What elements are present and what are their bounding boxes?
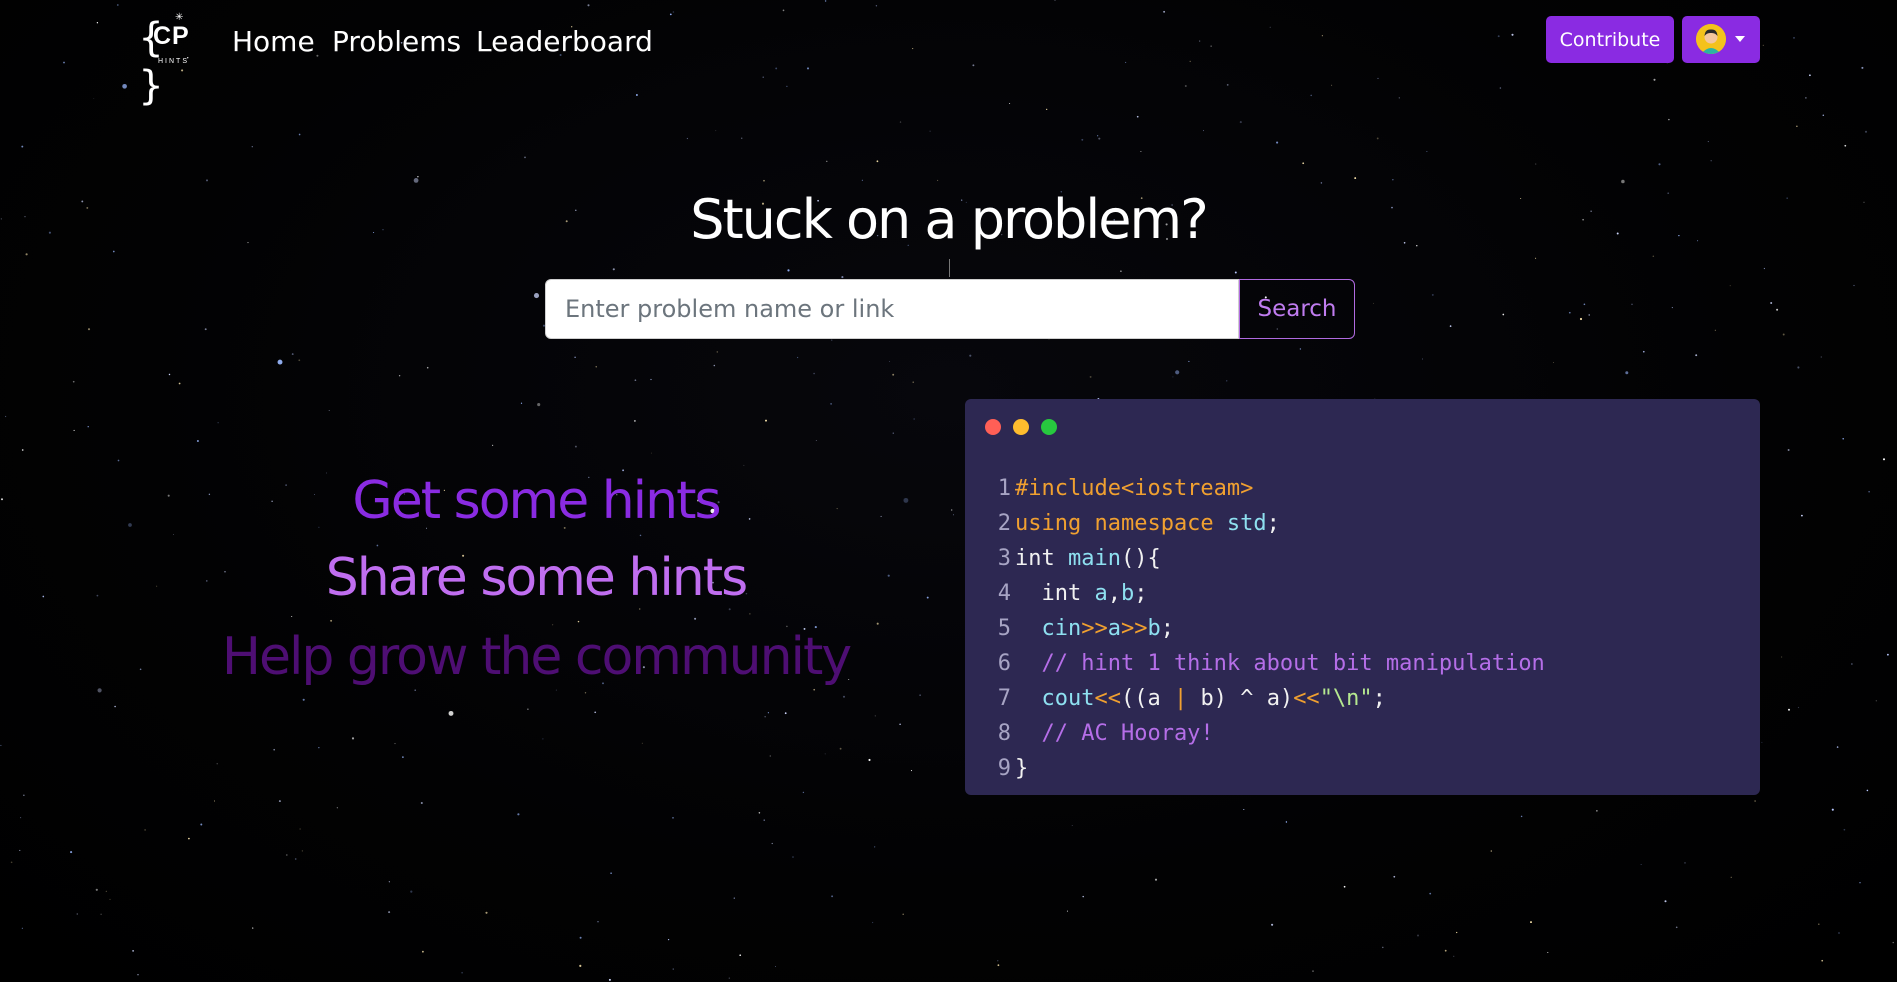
navbar: { } CP HINTS ✳ Home Problems Leaderboard… — [0, 0, 1897, 109]
code-token: ; — [1372, 686, 1386, 711]
logo-text: CP — [153, 22, 190, 50]
window-maximize-dot-icon — [1041, 419, 1057, 435]
code-token: , — [1107, 581, 1121, 606]
code-token: using namespace — [1015, 511, 1227, 536]
code-token: // AC Hooray! — [1015, 721, 1214, 746]
code-token: ; — [1160, 616, 1174, 641]
line-number: 7 — [997, 686, 1011, 711]
code-line: 2 using namespace std; — [987, 506, 1545, 541]
line-number: 1 — [997, 476, 1011, 501]
contribute-button[interactable]: Contribute — [1546, 16, 1674, 63]
code-token: b — [1120, 581, 1135, 606]
code-token: std — [1226, 511, 1267, 536]
code-token: int — [1015, 546, 1068, 571]
code-token: a — [1107, 616, 1121, 641]
code-token: >> — [1120, 616, 1148, 641]
code-token: int — [1015, 581, 1095, 606]
code-window: 1 #include<iostream> 2 using namespace std;… — [965, 399, 1760, 795]
code-token: ; — [1134, 581, 1148, 606]
logo-subtext: HINTS — [158, 58, 189, 65]
page-background: { } CP HINTS ✳ Home Problems Leaderboard… — [0, 0, 1897, 982]
code-token: main — [1067, 546, 1121, 571]
window-minimize-dot-icon — [1013, 419, 1029, 435]
code-token: cout — [1015, 686, 1095, 711]
line-number: 4 — [997, 581, 1011, 606]
code-token: ((a — [1120, 686, 1174, 711]
nav-link-problems[interactable]: Problems — [332, 22, 461, 62]
search-button[interactable]: Search — [1239, 279, 1355, 339]
line-number: 6 — [997, 651, 1011, 676]
code-line: 8 // AC Hooray! — [987, 716, 1545, 751]
code-token: // hint 1 think about bit manipulation — [1015, 651, 1545, 676]
code-token: } — [1015, 756, 1029, 781]
code-token: b — [1147, 616, 1161, 641]
code-token: ; — [1266, 511, 1280, 536]
nav-link-home[interactable]: Home — [232, 22, 315, 62]
nav-link-leaderboard[interactable]: Leaderboard — [476, 22, 653, 62]
code-token: | — [1173, 686, 1188, 711]
code-token: #include<iostream> — [1015, 476, 1254, 501]
tagline-grow-community: Help grow the community — [221, 627, 852, 687]
tagline-get-hints: Get some hints — [352, 471, 721, 531]
user-menu-button[interactable] — [1682, 16, 1760, 63]
logo-spark-icon: ✳ — [175, 12, 184, 23]
line-number: 5 — [997, 616, 1011, 641]
code-line: 3 int main(){ — [987, 541, 1545, 576]
code-token: cin — [1015, 616, 1082, 641]
code-line: 5 cin>>a>>b; — [987, 611, 1545, 646]
code-token: << — [1094, 686, 1121, 711]
avatar-icon — [1696, 24, 1726, 54]
line-number: 8 — [997, 721, 1011, 746]
code-token: a — [1094, 581, 1108, 606]
code-line: 9} — [987, 751, 1545, 786]
code-block: 1 #include<iostream> 2 using namespace std;… — [987, 471, 1545, 786]
code-token: >> — [1081, 616, 1108, 641]
chevron-down-icon — [1735, 36, 1745, 42]
code-line: 1 #include<iostream> — [987, 471, 1545, 506]
hero-title: Stuck on a problem? — [690, 188, 1209, 251]
code-token: b) ^ a) — [1187, 686, 1294, 711]
code-token: "\n" — [1319, 686, 1373, 711]
line-number: 9 — [997, 756, 1011, 781]
text-cursor-icon — [949, 259, 950, 277]
search-input[interactable] — [545, 279, 1239, 339]
code-token: (){ — [1120, 546, 1161, 571]
line-number: 2 — [997, 511, 1011, 536]
window-close-dot-icon — [985, 419, 1001, 435]
code-line: 6 // hint 1 think about bit manipulation — [987, 646, 1545, 681]
tagline-share-hints: Share some hints — [325, 548, 749, 608]
code-token: << — [1293, 686, 1320, 711]
code-line: 7 cout<<((a | b) ^ a)<<"\n"; — [987, 681, 1545, 716]
search-bar: Search — [545, 279, 1355, 339]
site-logo[interactable]: { } CP HINTS ✳ — [139, 12, 203, 109]
line-number: 3 — [997, 546, 1011, 571]
code-line: 4 int a,b; — [987, 576, 1545, 611]
